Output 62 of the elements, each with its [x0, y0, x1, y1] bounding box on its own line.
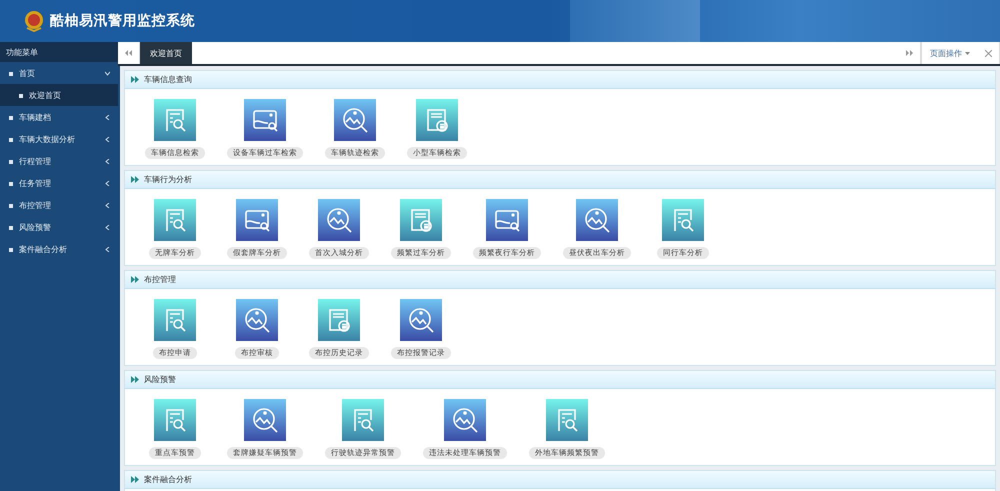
- menu-bullet-icon: [8, 70, 14, 76]
- menu-bullet-icon: [8, 202, 14, 208]
- shortcut-tile[interactable]: [662, 199, 704, 241]
- shortcut-tile[interactable]: [244, 399, 286, 441]
- double-arrow-icon: [131, 276, 139, 283]
- double-arrow-icon: [131, 176, 139, 183]
- photo-search-icon: [450, 405, 480, 435]
- photo-search-icon: [250, 405, 280, 435]
- chevron-left-icon: [105, 180, 110, 186]
- sidebar-subitem[interactable]: 欢迎首页: [0, 84, 118, 106]
- section-title: 车辆信息查询: [144, 74, 192, 85]
- shortcut-tile[interactable]: [334, 99, 376, 141]
- photo-search-icon: [340, 105, 370, 135]
- shortcut-tile[interactable]: [244, 99, 286, 141]
- menu-bullet-icon: [8, 180, 14, 186]
- shortcut-tile[interactable]: [236, 299, 278, 341]
- shortcut-tile[interactable]: [236, 199, 278, 241]
- shortcut-tile[interactable]: [486, 199, 528, 241]
- photo-search-icon: [582, 205, 612, 235]
- police-emblem-icon: [24, 10, 44, 32]
- photo-search-icon: [242, 305, 272, 335]
- section-title: 布控管理: [144, 274, 176, 285]
- chevron-left-icon: [105, 114, 110, 120]
- photo-search-icon: [324, 205, 354, 235]
- shortcut-tile[interactable]: [318, 199, 360, 241]
- section-title: 案件融合分析: [144, 474, 192, 485]
- menu-bullet-icon: [18, 92, 24, 98]
- section-title: 风险预警: [144, 374, 176, 385]
- shortcut-tile[interactable]: [444, 399, 486, 441]
- double-left-icon: [125, 50, 132, 56]
- double-arrow-icon: [131, 476, 139, 483]
- photo-search-icon: [406, 305, 436, 335]
- chevron-left-icon: [105, 224, 110, 230]
- menu-bullet-icon: [8, 114, 14, 120]
- app-title: 酷柚易汛警用监控系统: [50, 12, 195, 30]
- double-right-icon: [906, 50, 913, 56]
- chevron-left-icon: [105, 202, 110, 208]
- shortcut-tile[interactable]: [342, 399, 384, 441]
- chevron-down-icon: [105, 70, 110, 76]
- shortcut-tile[interactable]: [576, 199, 618, 241]
- shortcut-tile[interactable]: [400, 299, 442, 341]
- chevron-left-icon: [105, 158, 110, 164]
- shortcut-tile[interactable]: [154, 99, 196, 141]
- double-arrow-icon: [131, 76, 139, 83]
- shortcut-tile[interactable]: [546, 399, 588, 441]
- shortcut-tile[interactable]: [154, 299, 196, 341]
- menu-bullet-icon: [8, 158, 14, 164]
- chevron-left-icon: [105, 136, 110, 142]
- menu-bullet-icon: [8, 136, 14, 142]
- sidebar-title: 功能菜单: [0, 42, 118, 62]
- menu-bullet-icon: [8, 246, 14, 252]
- shortcut-tile[interactable]: [154, 399, 196, 441]
- shortcut-tile[interactable]: [318, 299, 360, 341]
- menu-bullet-icon: [8, 224, 14, 230]
- chevron-left-icon: [105, 246, 110, 252]
- tab[interactable]: 欢迎首页: [140, 42, 192, 64]
- caret-icon: [965, 52, 970, 54]
- section-title: 车辆行为分析: [144, 174, 192, 185]
- shortcut-tile[interactable]: [154, 199, 196, 241]
- shortcut-tile[interactable]: [400, 199, 442, 241]
- shortcut-tile[interactable]: [416, 99, 458, 141]
- double-arrow-icon: [131, 376, 139, 383]
